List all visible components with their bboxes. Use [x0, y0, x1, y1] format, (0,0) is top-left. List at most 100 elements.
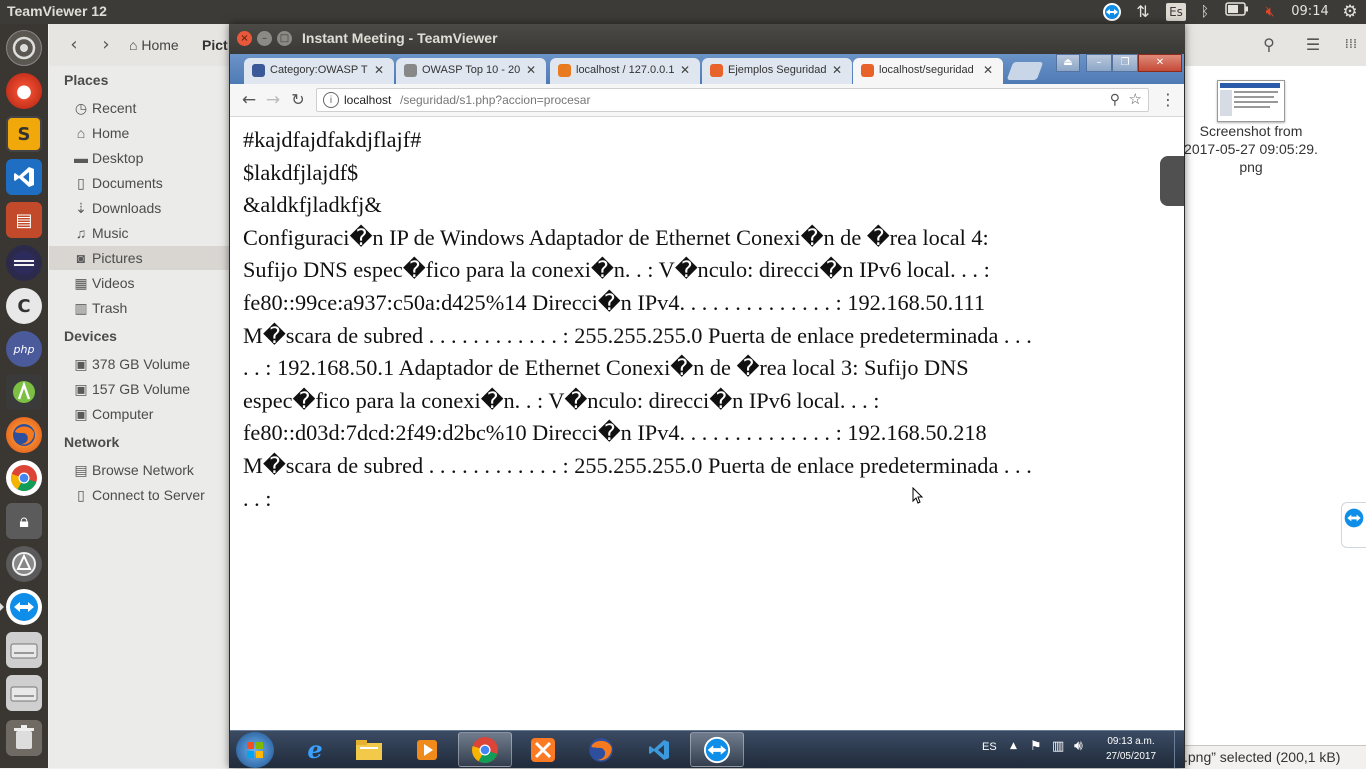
zoom-icon[interactable]: ⚲	[1110, 91, 1120, 108]
forward-arrow-icon[interactable]: →	[262, 89, 284, 111]
sidebar-item[interactable]: ▬ Desktop	[49, 146, 230, 170]
xampp-icon[interactable]	[516, 732, 570, 767]
chrome-taskbar-icon[interactable]	[458, 732, 512, 767]
drive-157gb-icon[interactable]	[6, 675, 42, 711]
forward-icon[interactable]: ›	[91, 32, 121, 58]
taskbar-clock[interactable]: 09:13 a.m. 27/05/2017	[1096, 734, 1166, 764]
window-close-icon[interactable]: ✕	[1138, 54, 1182, 72]
network-transfer-icon[interactable]: ⇅	[1133, 2, 1153, 22]
sidebar-item[interactable]: ♫ Music	[49, 221, 230, 245]
clock[interactable]: 09:14	[1290, 2, 1330, 22]
visual-studio-icon[interactable]	[632, 732, 686, 767]
internet-explorer-icon[interactable]: e	[288, 732, 342, 767]
path-home-button[interactable]: ⌂ Home	[129, 32, 179, 58]
windows-explorer-icon[interactable]	[342, 732, 396, 767]
sidebar-item[interactable]: ▯ Connect to Server	[49, 483, 230, 507]
close-icon[interactable]: ×	[237, 31, 252, 46]
volume-icon[interactable]: 🔊︎	[1074, 738, 1083, 754]
start-orb-icon[interactable]	[236, 732, 274, 768]
tab-close-icon[interactable]: ✕	[832, 63, 842, 77]
browser-tab[interactable]: localhost/seguridad ✕	[853, 58, 1003, 84]
remote-screen[interactable]: Category:OWASP T ✕ OWASP Top 10 - 20 ✕ local…	[230, 54, 1184, 768]
file-thumbnail[interactable]	[1217, 80, 1285, 122]
media-player-icon[interactable]	[400, 732, 454, 767]
window-minimize-icon[interactable]: –	[1086, 54, 1112, 72]
back-icon[interactable]: ‹	[59, 32, 89, 58]
chrome-icon[interactable]	[6, 460, 42, 496]
search-icon[interactable]: ⚲	[1257, 33, 1281, 57]
teamviewer-tray-icon[interactable]	[1101, 2, 1123, 22]
firefox-icon[interactable]	[6, 417, 42, 453]
sidebar-item[interactable]: ⌂ Home	[49, 121, 230, 145]
sidebar-item[interactable]: ▯ Documents	[49, 171, 230, 195]
network-status-icon[interactable]: ▥	[1052, 739, 1064, 754]
sidebar-item[interactable]: ▣ 378 GB Volume	[49, 352, 230, 376]
teamviewer-taskbar-icon[interactable]	[690, 732, 744, 767]
bookmark-star-icon[interactable]: ☆	[1129, 90, 1142, 108]
clion-icon[interactable]: C	[6, 288, 42, 324]
language-indicator[interactable]: ES	[982, 741, 997, 753]
file-name-label[interactable]: Screenshot from 2017-05-27 09:05:29. png	[1184, 122, 1318, 176]
menu-icon[interactable]: ☰	[1301, 33, 1325, 57]
sidebar-item[interactable]: ◙ Pictures	[49, 246, 230, 270]
user-icon[interactable]: ⏏	[1056, 54, 1080, 72]
show-hidden-icons-icon[interactable]: ▲	[1010, 741, 1017, 751]
tab-close-icon[interactable]: ✕	[680, 63, 690, 77]
tab-close-icon[interactable]: ✕	[526, 63, 536, 77]
network-icon: ▤	[74, 462, 88, 478]
keyboard-layout-indicator[interactable]: Es	[1166, 3, 1186, 21]
eclipse-icon[interactable]	[6, 245, 42, 281]
sidebar-item[interactable]: ▦ Videos	[49, 271, 230, 295]
android-studio-icon[interactable]	[6, 374, 42, 410]
tab-close-icon[interactable]: ✕	[374, 63, 384, 77]
browser-tab[interactable]: Category:OWASP T ✕	[244, 58, 394, 84]
reload-icon[interactable]: ↻	[287, 89, 309, 111]
php-icon[interactable]: php	[6, 331, 42, 367]
back-arrow-icon[interactable]: ←	[238, 89, 260, 111]
action-center-icon[interactable]: ⚑	[1030, 739, 1042, 754]
tomato-app-icon[interactable]: ●	[6, 73, 42, 109]
browser-menu-icon[interactable]: ⋮	[1160, 89, 1176, 111]
trash-icon: ▥	[74, 300, 88, 316]
file-cabinet-icon[interactable]: ▤	[6, 202, 42, 238]
folder-icon: ▬	[74, 150, 88, 166]
window-restore-icon[interactable]: ❐	[1112, 54, 1138, 72]
sidebar-item[interactable]: ⇣ Downloads	[49, 196, 230, 220]
vscode-icon[interactable]	[6, 159, 42, 195]
dash-home-icon[interactable]	[6, 30, 42, 66]
new-tab-button[interactable]	[1006, 62, 1044, 80]
browser-tab[interactable]: Ejemplos Seguridad ✕	[702, 58, 852, 84]
battery-icon[interactable]	[1224, 2, 1250, 22]
software-updater-icon[interactable]	[6, 546, 42, 582]
browser-tab[interactable]: OWASP Top 10 - 20 ✕	[396, 58, 546, 84]
view-grid-icon[interactable]: ⁞⁞⁞	[1339, 33, 1363, 57]
firefox-taskbar-icon[interactable]	[574, 732, 628, 767]
show-desktop-button[interactable]	[1174, 731, 1184, 768]
info-icon[interactable]: i	[323, 92, 339, 108]
active-app-title: TeamViewer 12	[7, 3, 107, 19]
sidebar-item[interactable]: ◷ Recent	[49, 96, 230, 120]
places-sidebar: Places ◷ Recent ⌂ Home ▬ Desktop ▯ Documents ⇣ Do…	[49, 66, 231, 768]
teamviewer-side-panel[interactable]	[1341, 502, 1366, 548]
sidebar-item[interactable]: ▥ Trash	[49, 296, 230, 320]
remote-control-panel-handle[interactable]	[1160, 156, 1184, 206]
minimize-icon[interactable]: –	[257, 31, 272, 46]
bluetooth-icon[interactable]: ᛒ	[1195, 2, 1215, 22]
address-bar[interactable]: i localhost /seguridad/s1.php?accion=pro…	[316, 88, 1149, 112]
drive-378gb-icon[interactable]	[6, 632, 42, 668]
path-current-button[interactable]: Pict	[202, 32, 228, 58]
sidebar-item[interactable]: ▤ Browse Network	[49, 458, 230, 482]
screen-lock-icon[interactable]: 🔒︎	[6, 503, 42, 539]
system-gear-icon[interactable]: ⚙	[1339, 2, 1361, 22]
tab-close-icon[interactable]: ✕	[983, 63, 993, 77]
sublime-text-icon[interactable]: S	[6, 116, 42, 152]
sidebar-item-label: Pictures	[92, 250, 143, 266]
browser-tab[interactable]: localhost / 127.0.0.1 ✕	[550, 58, 700, 84]
taskbar-time: 09:13 a.m.	[1107, 736, 1155, 747]
teamviewer-launcher-icon[interactable]	[0, 589, 42, 625]
sidebar-item[interactable]: ▣ Computer	[49, 402, 230, 426]
maximize-icon[interactable]: □	[277, 31, 292, 46]
volume-muted-icon[interactable]: 🔇︎	[1259, 2, 1281, 22]
sidebar-item[interactable]: ▣ 157 GB Volume	[49, 377, 230, 401]
trash-launcher-icon[interactable]	[6, 720, 42, 756]
